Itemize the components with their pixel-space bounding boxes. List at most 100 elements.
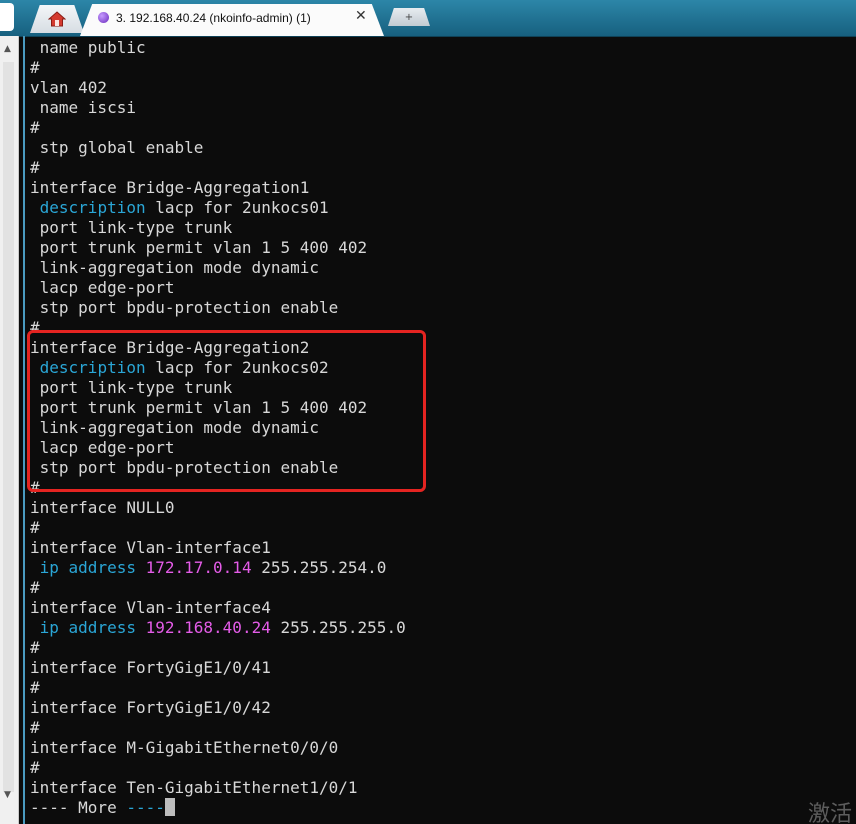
terminal-line: interface NULL0	[30, 498, 850, 518]
terminal-text: vlan 402	[30, 78, 108, 97]
terminal-text: interface Bridge-Aggregation2	[30, 338, 310, 357]
terminal-ip-value: 172.17.0.14	[145, 558, 252, 577]
terminal-line: #	[30, 518, 850, 538]
terminal-text: lacp for 2unkocs02	[145, 358, 329, 377]
terminal-line: ip address 172.17.0.14 255.255.254.0	[30, 558, 850, 578]
terminal-text: port link-type trunk	[30, 218, 233, 237]
terminal-text: stp port bpdu-protection enable	[30, 298, 339, 317]
session-status-icon	[98, 12, 109, 23]
terminal-line: #	[30, 718, 850, 738]
activation-watermark: 激活	[807, 802, 852, 824]
terminal-line: port trunk permit vlan 1 5 400 402	[30, 398, 850, 418]
terminal-text: interface M-GigabitEthernet0/0/0	[30, 738, 339, 757]
terminal-text: interface NULL0	[30, 498, 175, 517]
terminal-ip-value: 192.168.40.24	[145, 618, 271, 637]
terminal-line: interface M-GigabitEthernet0/0/0	[30, 738, 850, 758]
terminal-text: stp port bpdu-protection enable	[30, 458, 339, 477]
terminal-line: description lacp for 2unkocs02	[30, 358, 850, 378]
tab-bar: 3. 192.168.40.24 (nkoinfo-admin) (1) ✕ +	[0, 0, 856, 37]
terminal-line: interface FortyGigE1/0/42	[30, 698, 850, 718]
terminal-text: interface FortyGigE1/0/42	[30, 698, 271, 717]
home-tab[interactable]	[30, 5, 84, 33]
terminal-line: #	[30, 578, 850, 598]
terminal-text: name iscsi	[30, 98, 136, 117]
terminal-line: stp global enable	[30, 138, 850, 158]
terminal-text: link-aggregation mode dynamic	[30, 418, 319, 437]
terminal-line: name public	[30, 38, 850, 58]
terminal-line: #	[30, 118, 850, 138]
terminal-text: ---- More	[30, 798, 127, 817]
terminal-text: port trunk permit vlan 1 5 400 402	[30, 238, 368, 257]
tab-bar-left-stub[interactable]	[0, 3, 14, 31]
terminal-text: #	[30, 318, 40, 337]
left-scroll-gutter[interactable]: ▲ ▼	[0, 36, 19, 824]
home-icon	[48, 11, 66, 27]
terminal-line: #	[30, 318, 850, 338]
tab-session-title: 3. 192.168.40.24 (nkoinfo-admin) (1)	[116, 11, 311, 25]
terminal-line: stp port bpdu-protection enable	[30, 458, 850, 478]
terminal-output[interactable]: name public # vlan 402 name iscsi # stp glo…	[30, 38, 850, 818]
terminal-text: #	[30, 58, 40, 77]
terminal-line: vlan 402	[30, 78, 850, 98]
terminal-line: lacp edge-port	[30, 278, 850, 298]
terminal-text: #	[30, 578, 40, 597]
terminal-line: description lacp for 2unkocs01	[30, 198, 850, 218]
terminal-keyword: ip address	[39, 618, 136, 637]
terminal-text: interface Ten-GigabitEthernet1/0/1	[30, 778, 358, 797]
terminal-line: interface Vlan-interface4	[30, 598, 850, 618]
new-tab-button[interactable]: +	[388, 8, 430, 26]
plus-icon: +	[404, 11, 414, 23]
terminal-line: ip address 192.168.40.24 255.255.255.0	[30, 618, 850, 638]
terminal-text: name public	[30, 38, 146, 57]
terminal-line: interface FortyGigE1/0/41	[30, 658, 850, 678]
terminal-cursor	[164, 798, 175, 816]
terminal-text: #	[30, 678, 40, 697]
terminal-text: #	[30, 478, 40, 497]
terminal-text: #	[30, 518, 40, 537]
terminal-keyword: ----	[126, 798, 165, 817]
terminal-line: #	[30, 638, 850, 658]
terminal-text: stp global enable	[30, 138, 204, 157]
terminal-keyword: ip address	[39, 558, 136, 577]
terminal-frame-border	[23, 36, 25, 824]
terminal-text: lacp for 2unkocs01	[145, 198, 329, 217]
terminal-line: name iscsi	[30, 98, 850, 118]
terminal-line: link-aggregation mode dynamic	[30, 258, 850, 278]
close-icon[interactable]: ✕	[355, 8, 367, 24]
terminal-line: ---- More ----	[30, 798, 850, 818]
terminal-text: port link-type trunk	[30, 378, 233, 397]
terminal-text: #	[30, 158, 40, 177]
terminal-text: 255.255.254.0	[251, 558, 387, 577]
terminal-line: interface Bridge-Aggregation1	[30, 178, 850, 198]
scroll-down-icon[interactable]: ▼	[4, 790, 11, 800]
terminal-text: port trunk permit vlan 1 5 400 402	[30, 398, 368, 417]
terminal-text: lacp edge-port	[30, 438, 175, 457]
terminal-text: interface FortyGigE1/0/41	[30, 658, 271, 677]
terminal-keyword: description	[39, 358, 146, 377]
terminal-text: interface Vlan-interface4	[30, 598, 271, 617]
terminal-text: link-aggregation mode dynamic	[30, 258, 319, 277]
tab-session[interactable]: 3. 192.168.40.24 (nkoinfo-admin) (1) ✕	[80, 4, 384, 36]
terminal-text: #	[30, 758, 40, 777]
scroll-up-icon[interactable]: ▲	[4, 44, 11, 54]
terminal-keyword: description	[39, 198, 146, 217]
terminal-line: interface Vlan-interface1	[30, 538, 850, 558]
terminal-line: interface Ten-GigabitEthernet1/0/1	[30, 778, 850, 798]
terminal-line: port trunk permit vlan 1 5 400 402	[30, 238, 850, 258]
terminal-app-window: 3. 192.168.40.24 (nkoinfo-admin) (1) ✕ +…	[0, 0, 856, 824]
terminal-line: port link-type trunk	[30, 378, 850, 398]
terminal-line: #	[30, 158, 850, 178]
terminal-line: #	[30, 758, 850, 778]
terminal-text: 255.255.255.0	[270, 618, 406, 637]
terminal-text: interface Vlan-interface1	[30, 538, 271, 557]
scroll-thumb[interactable]	[3, 62, 14, 792]
terminal-text: #	[30, 638, 40, 657]
terminal-text: lacp edge-port	[30, 278, 175, 297]
terminal-line: interface Bridge-Aggregation2	[30, 338, 850, 358]
